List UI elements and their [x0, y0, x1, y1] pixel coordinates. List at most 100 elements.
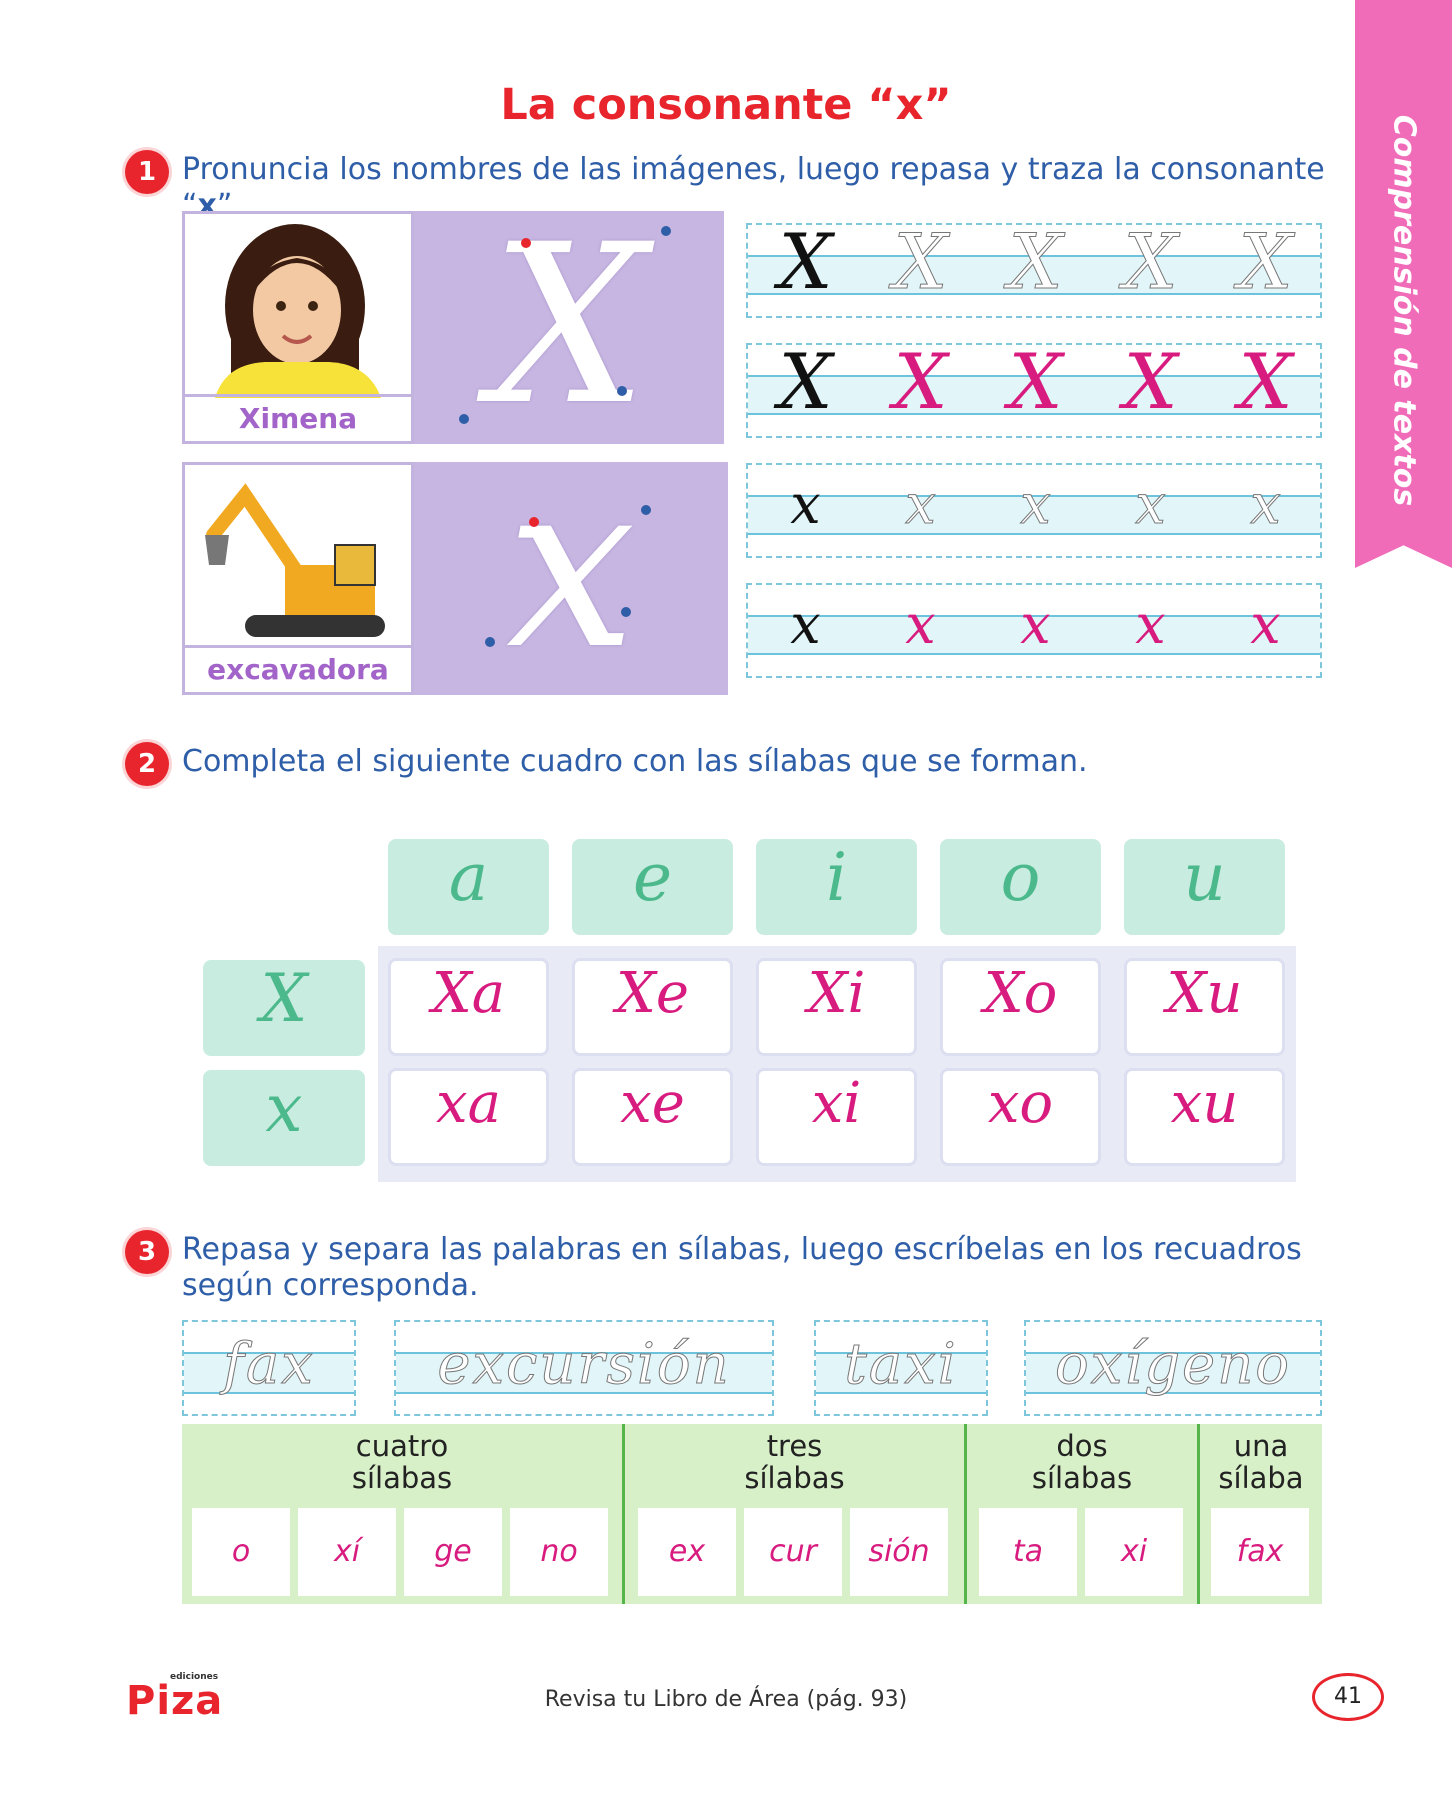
dotted-word: excursión: [437, 1332, 731, 1398]
dotted-letter: x: [1135, 473, 1166, 537]
syllable-cell[interactable]: Xe: [572, 958, 733, 1056]
syllable-answer-cell[interactable]: no: [510, 1508, 608, 1596]
picture-card-ximena: Ximena: [182, 211, 414, 444]
written-letter: X: [1238, 337, 1293, 426]
dotted-letter: x: [905, 473, 936, 537]
syllable-text: Xo: [983, 961, 1058, 1026]
syllable-cell[interactable]: xi: [756, 1068, 917, 1166]
syllable-answer: sión: [868, 1534, 930, 1569]
dotted-letter: X: [1008, 217, 1063, 307]
syllable-answer-cell[interactable]: ta: [979, 1508, 1077, 1596]
consonant-label: X: [260, 960, 308, 1037]
syllable-cell[interactable]: xo: [940, 1068, 1101, 1166]
picture-card-excavadora: excavadora: [182, 462, 414, 695]
vowel-header-a: a: [388, 839, 549, 935]
trace-word-box[interactable]: excursión: [394, 1320, 774, 1416]
section-tab-label: Comprensión de textos: [1386, 114, 1421, 506]
picture-label: Ximena: [185, 394, 411, 441]
written-letter: x: [1250, 593, 1281, 656]
syllable-cell[interactable]: Xi: [756, 958, 917, 1056]
dotted-word: taxi: [844, 1332, 958, 1398]
trace-row[interactable]: X X X X X: [746, 337, 1322, 438]
syllable-cell[interactable]: Xo: [940, 958, 1101, 1056]
column-heading: tres sílabas: [744, 1429, 845, 1495]
dotted-letter: x: [1250, 473, 1281, 537]
activity-number-2: 2: [125, 742, 169, 786]
picture-label: excavadora: [185, 645, 411, 692]
syllable-answer: o: [231, 1534, 251, 1569]
trace-word-box[interactable]: taxi: [814, 1320, 988, 1416]
syllable-text: Xu: [1166, 961, 1243, 1026]
activity-3-instruction: Repasa y separa las palabras en sílabas,…: [182, 1232, 1302, 1303]
dotted-letter: x: [1020, 473, 1051, 537]
syllable-cell[interactable]: Xa: [388, 958, 549, 1056]
syllable-answer-cell[interactable]: cur: [744, 1508, 842, 1596]
model-letter: x: [790, 473, 821, 536]
model-letter: X: [778, 337, 833, 426]
model-letter: X: [778, 217, 833, 306]
vowel-header-o: o: [940, 839, 1101, 935]
syllable-text: xe: [620, 1071, 685, 1136]
vowel-label: i: [825, 839, 848, 916]
consonant-label: x: [265, 1070, 303, 1147]
syllable-answer-cell[interactable]: fax: [1211, 1508, 1309, 1596]
syllable-text: xa: [436, 1071, 501, 1136]
footer-note: Revisa tu Libro de Área (pág. 93): [544, 1687, 908, 1712]
dotted-letter: X: [893, 217, 948, 307]
syllable-answer-cell[interactable]: sión: [850, 1508, 948, 1596]
syllable-answer-cell[interactable]: o: [192, 1508, 290, 1596]
syllable-text: xi: [811, 1071, 862, 1136]
written-letter: X: [1123, 337, 1178, 426]
vowel-header-i: i: [756, 839, 917, 935]
syllable-cell[interactable]: xe: [572, 1068, 733, 1166]
vowel-label: u: [1183, 839, 1226, 916]
dotted-letter: X: [1238, 217, 1293, 307]
consonant-header-lowercase: x: [203, 1070, 365, 1166]
vowel-label: o: [1000, 839, 1041, 916]
vowel-label: a: [448, 839, 489, 916]
trace-row[interactable]: x x x x x: [746, 583, 1322, 678]
column-heading: dos sílabas: [1031, 1429, 1133, 1495]
trace-word-box[interactable]: fax: [182, 1320, 356, 1416]
model-letter: x: [790, 593, 821, 656]
activity-number-1: 1: [125, 150, 169, 194]
syllable-cell[interactable]: Xu: [1124, 958, 1285, 1056]
dotted-word: fax: [223, 1332, 315, 1398]
syllable-cell[interactable]: xa: [388, 1068, 549, 1166]
excavator-image: [185, 465, 411, 648]
syllable-answer: ge: [434, 1534, 472, 1569]
big-letter-panel: X: [414, 205, 724, 445]
consonant-header-uppercase: X: [203, 960, 365, 1056]
syllable-answer-cell[interactable]: xi: [1085, 1508, 1183, 1596]
syllable-text: Xe: [615, 961, 689, 1026]
column-heading: cuatro sílabas: [351, 1429, 453, 1495]
trace-row[interactable]: X X X X X: [746, 217, 1322, 318]
syllable-answer: xi: [1120, 1534, 1148, 1569]
dotted-letter: X: [1123, 217, 1178, 307]
vowel-label: e: [632, 839, 673, 916]
big-letter-panel: x: [414, 452, 728, 695]
written-letter: X: [1008, 337, 1063, 426]
syllable-text: Xi: [807, 961, 866, 1026]
written-letter: X: [893, 337, 948, 426]
girl-image: [185, 214, 411, 398]
syllable-answer-cell[interactable]: ex: [638, 1508, 736, 1596]
trace-row[interactable]: x x x x x: [746, 463, 1322, 558]
written-letter: x: [1135, 593, 1166, 656]
syllable-answer: no: [540, 1534, 578, 1569]
syllable-answer: xí: [333, 1534, 361, 1569]
syllable-answer-cell[interactable]: ge: [404, 1508, 502, 1596]
syllable-cell[interactable]: xu: [1124, 1068, 1285, 1166]
syllable-text: Xa: [431, 961, 506, 1026]
syllable-answer-cell[interactable]: xí: [298, 1508, 396, 1596]
vowel-header-e: e: [572, 839, 733, 935]
syllable-answer: ex: [668, 1534, 706, 1569]
syllable-answer: fax: [1236, 1534, 1284, 1569]
section-tab: Comprensión de textos: [1355, 0, 1452, 568]
activity-2-instruction: Completa el siguiente cuadro con las síl…: [182, 744, 1088, 779]
trace-word-box[interactable]: oxígeno: [1024, 1320, 1322, 1416]
syllable-text: xo: [987, 1071, 1054, 1136]
written-letter: x: [1020, 593, 1051, 656]
written-letter: x: [905, 593, 936, 656]
syllable-text: xu: [1170, 1071, 1239, 1136]
